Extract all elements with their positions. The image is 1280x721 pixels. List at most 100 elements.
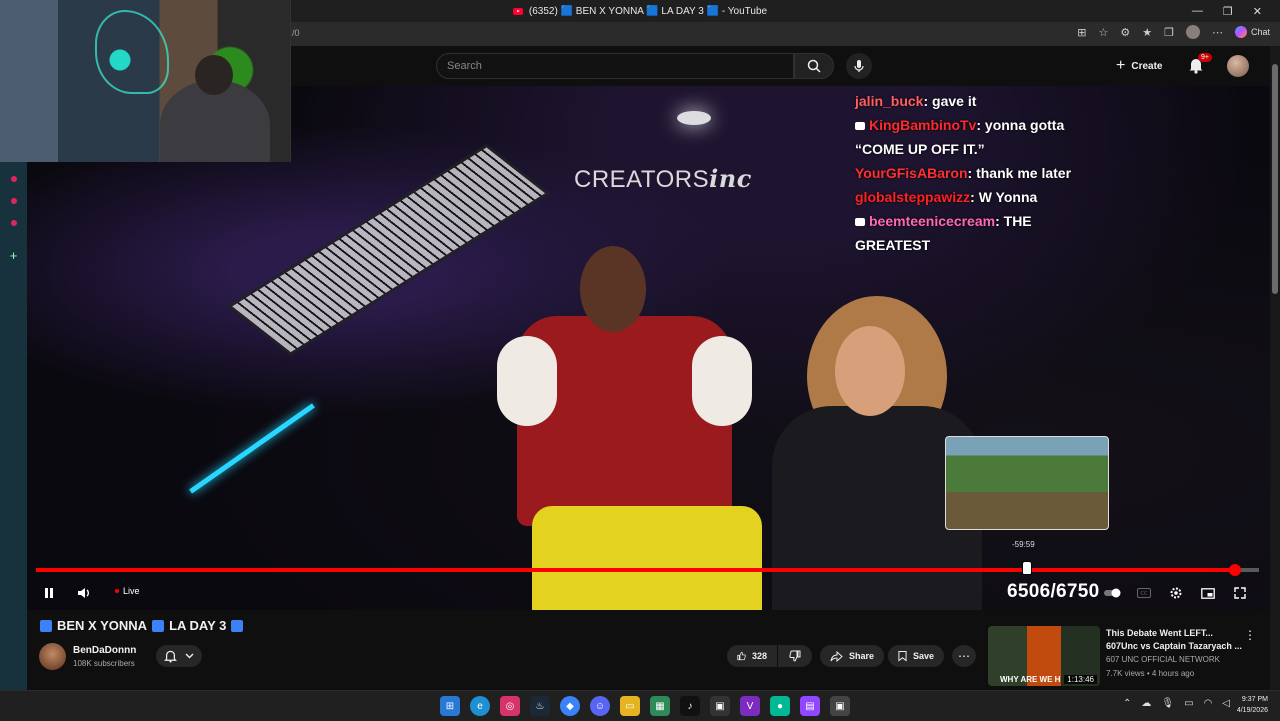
suggested-video-menu-icon[interactable]: ⋮ [1244, 628, 1256, 642]
create-label: Create [1131, 60, 1163, 72]
tab-title: (6352) 🟦 BEN X YONNA 🟦 LA DAY 3 🟦 - YouT… [528, 5, 768, 17]
voice-search-button[interactable] [846, 53, 872, 79]
suggested-video-channel[interactable]: 607 UNC OFFICIAL NETWORK [1106, 655, 1220, 664]
chat-text: THE [1003, 213, 1032, 229]
add-sidebar-app-icon[interactable]: + [10, 248, 18, 263]
chat-text: “COME UP OFF IT.” [855, 141, 985, 157]
window-controls: — ❐ ✕ [1192, 0, 1262, 22]
vivaldi-icon[interactable]: V [740, 696, 760, 716]
bell-icon [164, 650, 177, 663]
system-clock[interactable]: 9:37 PM 4/19/2026 [1237, 694, 1268, 716]
chat-text: yonna gotta [984, 117, 1065, 133]
scrollbar-thumb[interactable] [1272, 64, 1278, 294]
suggested-video-title[interactable]: This Debate Went LEFT... 607Unc vs Capta… [1106, 627, 1246, 653]
profile-avatar[interactable] [1185, 25, 1200, 39]
discord-icon[interactable]: ☺ [590, 696, 610, 716]
copilot-chat-button[interactable]: Chat [1234, 26, 1270, 38]
more-menu-icon[interactable]: ⋯ [1212, 26, 1223, 39]
clock-date: 4/19/2026 [1236, 707, 1268, 714]
microphone-icon[interactable]: 🎙 [1161, 698, 1174, 709]
url-text[interactable]: /0 [292, 28, 300, 38]
like-count: 328 [751, 651, 767, 661]
file-explorer-icon[interactable]: ▭ [620, 696, 640, 716]
fullscreen-button[interactable] [1231, 584, 1249, 602]
apps-icon[interactable]: ⊞ [1077, 26, 1086, 39]
game-app-icon[interactable]: ▣ [710, 696, 730, 716]
clock-time: 9:37 PM [1241, 696, 1268, 703]
edge-browser-icon[interactable]: e [470, 696, 490, 716]
channel-avatar[interactable] [39, 643, 66, 670]
chat-message: “COME UP OFF IT.” [855, 137, 1145, 161]
sidebar-app-icon[interactable] [10, 176, 17, 182]
thumbs-down-icon [789, 650, 801, 662]
channel-name[interactable]: BenDaDonnn [73, 645, 136, 656]
app-icon[interactable]: ● [770, 696, 790, 716]
neon-sign [95, 10, 169, 94]
chat-username: beemteenicecream [869, 213, 996, 229]
wifi-icon[interactable]: ◠ [1204, 698, 1213, 709]
chevron-up-icon[interactable]: ⌃ [1123, 698, 1131, 709]
chat-username: YourGFisABaron [855, 165, 968, 181]
save-button[interactable]: Save [888, 645, 944, 667]
sidebar-app-icon[interactable] [10, 198, 17, 204]
blue-square-icon [231, 619, 244, 632]
search-placeholder: Search [447, 60, 482, 72]
like-button[interactable]: 328 [727, 645, 777, 667]
chat-badge-icon [855, 122, 865, 131]
pause-button[interactable] [40, 584, 58, 602]
steam-icon[interactable]: ♨ [530, 696, 550, 716]
blue-square-icon [152, 619, 165, 632]
suggested-video-thumbnail[interactable]: WHY ARE WE H 1:13:46 [988, 626, 1100, 686]
progress-scrubber[interactable] [1228, 564, 1241, 576]
search-button[interactable] [794, 53, 834, 79]
share-button[interactable]: Share [820, 645, 884, 667]
goal-counter-overlay: 6506/6750 [1007, 581, 1100, 602]
miniplayer-button[interactable] [1199, 584, 1217, 602]
close-button[interactable]: ✕ [1253, 5, 1262, 18]
suggested-video-meta: 7.7K views • 4 hours ago [1106, 669, 1195, 678]
autoplay-toggle[interactable] [1104, 584, 1122, 602]
video-player[interactable]: CREATORSinc jalin_buck: gave it KingBamb… [27, 86, 1270, 610]
settings-button[interactable] [1167, 584, 1185, 602]
chat-username: globalsteppawizz [855, 189, 971, 205]
sidebar-app-icon[interactable] [10, 220, 17, 226]
collections-icon[interactable]: ❐ [1164, 26, 1174, 39]
favorite-star-icon[interactable]: ☆ [1098, 26, 1108, 39]
cloud-icon[interactable]: ☁ [1141, 698, 1151, 709]
game-app-icon[interactable]: ▣ [830, 696, 850, 716]
speaker-icon[interactable]: ◁ [1222, 698, 1230, 709]
more-actions-button[interactable]: ⋯ [952, 645, 976, 667]
tiktok-icon[interactable]: ♪ [680, 696, 700, 716]
favorites-icon[interactable]: ★ [1142, 26, 1152, 39]
page-scrollbar[interactable] [1270, 46, 1280, 690]
man-figure [497, 316, 752, 526]
windows-start-icon[interactable]: ⊞ [440, 696, 460, 716]
create-button[interactable]: + Create [1116, 56, 1162, 76]
dislike-button[interactable] [778, 645, 812, 667]
search-input[interactable]: Search [436, 53, 794, 79]
live-dot-icon [115, 589, 119, 593]
woman-face [835, 326, 905, 416]
calculator-icon[interactable]: ▦ [650, 696, 670, 716]
maximize-button[interactable]: ❐ [1223, 5, 1233, 18]
save-label: Save [912, 651, 934, 661]
subscription-notification-button[interactable] [156, 645, 202, 667]
chat-username: KingBambinoTv [869, 117, 977, 133]
progress-bar[interactable] [36, 564, 1259, 576]
plus-icon: + [1116, 57, 1126, 74]
monitor-icon[interactable]: ▭ [1184, 698, 1193, 709]
captions-button[interactable]: CC [1135, 584, 1153, 602]
notifications-button[interactable]: 9+ [1188, 53, 1212, 76]
minimize-button[interactable]: — [1192, 5, 1203, 17]
live-indicator[interactable]: Live [115, 586, 140, 596]
chat-message: globalsteppawizz: W Yonna [855, 189, 1038, 205]
extensions-icon[interactable]: ⚙ [1120, 26, 1130, 39]
twitch-icon[interactable]: ▤ [800, 696, 820, 716]
chat-message: YourGFisABaron: thank me later [855, 165, 1072, 181]
app-icon[interactable]: ◆ [560, 696, 580, 716]
chevron-down-icon [185, 653, 194, 659]
instagram-icon[interactable]: ◎ [500, 696, 520, 716]
user-avatar[interactable] [1227, 55, 1249, 77]
volume-button[interactable] [75, 584, 93, 602]
video-title: BEN X YONNA LA DAY 3 [40, 618, 244, 633]
